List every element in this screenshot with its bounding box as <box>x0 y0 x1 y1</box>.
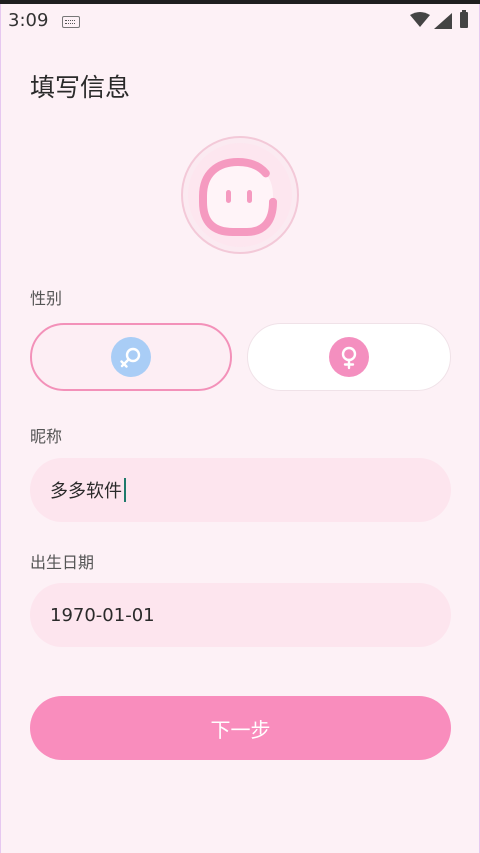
left-edge-line <box>0 4 1 853</box>
page-title: 填写信息 <box>30 73 131 102</box>
battery-icon <box>460 10 468 28</box>
status-time: 3:09 <box>8 10 49 31</box>
keyboard-icon <box>62 16 80 28</box>
female-symbol-icon <box>329 337 369 377</box>
signal-icon <box>434 13 452 29</box>
wifi-icon <box>410 12 430 27</box>
birthday-input[interactable]: 1970-01-01 <box>30 583 451 647</box>
gender-male-button[interactable] <box>30 323 232 391</box>
gender-female-button[interactable] <box>247 323 451 391</box>
birthday-label: 出生日期 <box>30 553 95 572</box>
text-cursor <box>124 478 126 502</box>
gender-label: 性别 <box>30 289 63 308</box>
blob-face-icon <box>188 143 292 247</box>
avatar[interactable] <box>181 136 299 254</box>
next-button[interactable]: 下一步 <box>30 696 451 760</box>
status-bar: 3:09 <box>0 4 480 38</box>
nickname-input[interactable]: 多多软件 <box>30 458 451 522</box>
male-symbol-icon <box>111 337 151 377</box>
birthday-value: 1970-01-01 <box>50 604 155 626</box>
nickname-value: 多多软件 <box>50 481 122 502</box>
nickname-label: 昵称 <box>30 427 63 446</box>
